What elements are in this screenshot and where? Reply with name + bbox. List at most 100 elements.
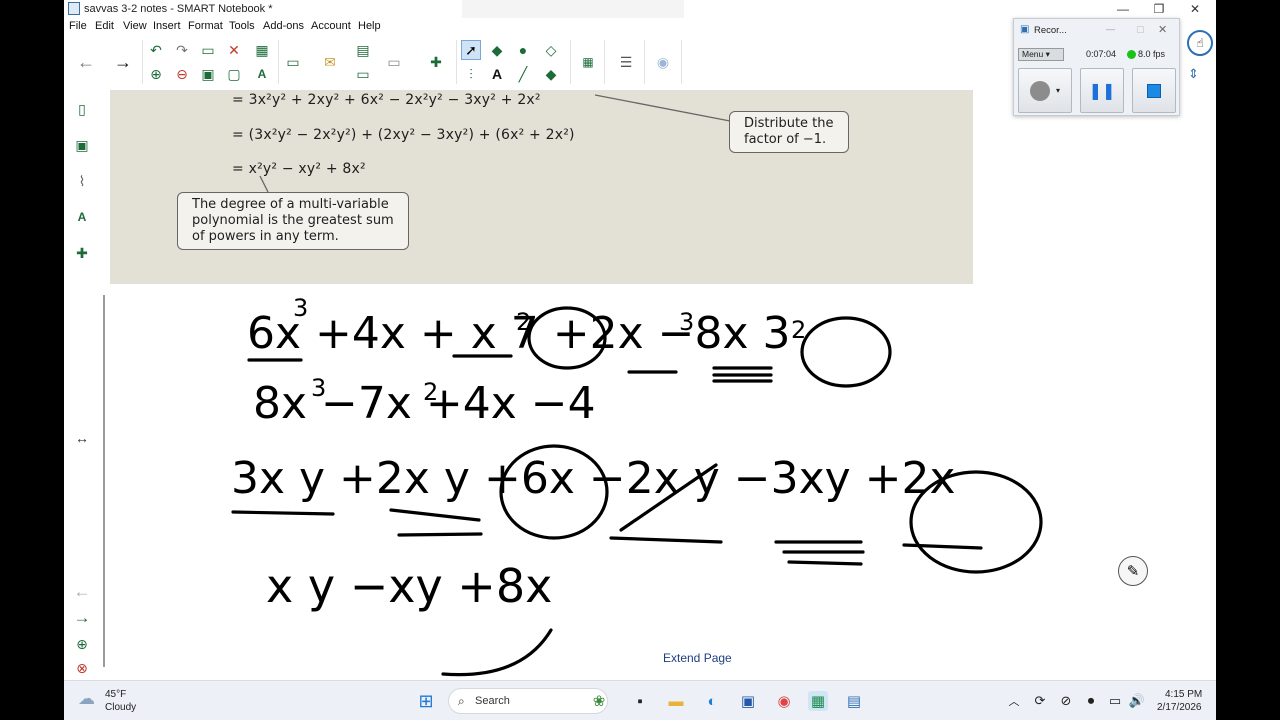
- volume-icon[interactable]: 🔊: [1127, 691, 1147, 711]
- ink-row2-answer: x y −xy +8x: [266, 559, 552, 613]
- collapse-sidebar-icon[interactable]: ↔: [72, 428, 92, 448]
- page-sorter-icon[interactable]: ▯: [72, 99, 92, 119]
- pen-tool-button[interactable]: ✎: [1118, 556, 1148, 586]
- text-tools-icon[interactable]: A: [252, 64, 272, 84]
- record-button[interactable]: ▾: [1018, 68, 1072, 113]
- add-page-icon[interactable]: ⊕: [146, 64, 166, 84]
- chrome-browser-icon[interactable]: ◉: [774, 691, 794, 711]
- microphone-icon[interactable]: ⏺: [1081, 691, 1101, 711]
- add-ons-puzzle-icon[interactable]: ✚: [426, 52, 446, 72]
- close-button[interactable]: ✕: [1178, 1, 1212, 17]
- recorder-live-indicator: [1127, 50, 1136, 59]
- screen-shade-icon[interactable]: ▭: [283, 52, 303, 72]
- task-view-icon[interactable]: ▪: [630, 691, 650, 711]
- clock-time[interactable]: 4:15 PM: [1165, 689, 1202, 700]
- pause-button[interactable]: ❚❚: [1080, 68, 1124, 113]
- paint-bucket-icon[interactable]: ◇: [541, 40, 561, 60]
- paste-icon[interactable]: ▢: [224, 64, 244, 84]
- recorder-taskbar-icon[interactable]: ▤: [844, 691, 864, 711]
- next-page-icon[interactable]: →: [72, 608, 92, 628]
- table-icon[interactable]: ▦: [252, 40, 272, 60]
- toolbar-separator: [278, 40, 279, 84]
- fill-icon[interactable]: ●: [513, 40, 533, 60]
- line-style-icon[interactable]: ☰: [616, 52, 636, 72]
- save-icon[interactable]: ▣: [198, 64, 218, 84]
- display-icon[interactable]: ▭: [1105, 691, 1125, 711]
- shapes-icon[interactable]: ◆: [487, 40, 507, 60]
- effects-icon[interactable]: ◉: [653, 52, 673, 72]
- toolbar-separator: [456, 40, 457, 84]
- microsoft-store-icon[interactable]: ▣: [738, 691, 758, 711]
- colors-icon[interactable]: ▦: [578, 52, 598, 72]
- gallery-icon[interactable]: ▣: [72, 135, 92, 155]
- toolbar-separator: [681, 40, 682, 84]
- properties-icon[interactable]: A: [72, 207, 92, 227]
- network-icon[interactable]: ⊘: [1056, 691, 1076, 711]
- attachments-icon[interactable]: ⌇: [72, 171, 92, 191]
- handwritten-ink-layer: 6x +4x + x 7 +2x −8x 3 3 2 3 2 8x −7x +4…: [231, 294, 1043, 677]
- delete-page-icon[interactable]: ⊗: [72, 658, 92, 678]
- sync-icon[interactable]: ⟳: [1030, 691, 1050, 711]
- extend-page-link[interactable]: Extend Page: [663, 651, 732, 665]
- clock-date[interactable]: 2/17/2026: [1157, 702, 1202, 713]
- recorder-close-button[interactable]: ✕: [1158, 23, 1167, 36]
- video-icon[interactable]: ▭: [353, 64, 373, 84]
- line-icon[interactable]: ╱: [513, 64, 533, 84]
- recorder-minimize-button[interactable]: —: [1106, 24, 1115, 34]
- file-explorer-icon[interactable]: ▬: [666, 691, 686, 711]
- delete-page-icon[interactable]: ⊖: [172, 64, 192, 84]
- document-camera-icon[interactable]: ▤: [353, 40, 373, 60]
- restore-button[interactable]: ❐: [1142, 1, 1176, 17]
- eraser-icon[interactable]: ◆: [541, 64, 561, 84]
- menu-file[interactable]: File: [69, 20, 87, 32]
- add-ons-icon[interactable]: ✚: [72, 243, 92, 263]
- capture-icon[interactable]: ✉: [320, 52, 340, 72]
- menu-format[interactable]: Format: [188, 20, 223, 32]
- previous-page-icon[interactable]: ←: [72, 582, 92, 602]
- recorder-menu-dropdown[interactable]: Menu ▾: [1018, 48, 1064, 61]
- taskbar-search-box[interactable]: ⌕ Search: [448, 688, 608, 714]
- select-icon[interactable]: ➚: [461, 40, 481, 60]
- recorder-maximize-button[interactable]: ▢: [1136, 24, 1145, 35]
- response-icon[interactable]: ▭: [384, 52, 404, 72]
- notebook-page[interactable]: = 3x²y² + 2xy² + 6x² − 2x²y² − 3xy² + 2x…: [101, 90, 1216, 680]
- redo-icon[interactable]: ↷: [172, 40, 192, 60]
- ink-underline: [441, 628, 553, 677]
- window-title: savvas 3-2 notes - SMART Notebook *: [84, 3, 273, 15]
- menu-tools[interactable]: Tools: [229, 20, 255, 32]
- search-highlight-icon[interactable]: ❀: [589, 691, 609, 711]
- stop-button[interactable]: [1132, 68, 1176, 113]
- recorder-menu-label: Menu: [1022, 49, 1044, 59]
- weather-description[interactable]: Cloudy: [105, 702, 136, 713]
- minimize-button[interactable]: —: [1106, 1, 1140, 17]
- search-placeholder: Search: [475, 695, 510, 707]
- smart-notebook-window: savvas 3-2 notes - SMART Notebook * — ❐ …: [64, 0, 1216, 720]
- menu-help[interactable]: Help: [358, 20, 381, 32]
- new-page-icon[interactable]: ▭: [198, 40, 218, 60]
- smart-notebook-taskbar-icon[interactable]: ▦: [808, 691, 828, 711]
- back-arrow-icon[interactable]: ←: [76, 52, 96, 72]
- add-page-icon[interactable]: ⊕: [72, 634, 92, 654]
- menu-insert[interactable]: Insert: [153, 20, 181, 32]
- hidden-icons-chevron-icon[interactable]: ︿: [1004, 691, 1024, 711]
- start-button-icon[interactable]: ⊞: [416, 691, 436, 711]
- edge-browser-icon[interactable]: ◐: [702, 691, 722, 711]
- weather-temperature[interactable]: 45°F: [105, 689, 126, 700]
- text-icon[interactable]: A: [487, 64, 507, 84]
- measure-icon[interactable]: ⫶: [461, 64, 481, 84]
- recorder-title: Recor...: [1034, 25, 1067, 36]
- menu-view[interactable]: View: [123, 20, 147, 32]
- left-letterbox: [0, 0, 64, 720]
- menu-edit[interactable]: Edit: [95, 20, 114, 32]
- menu-add-ons[interactable]: Add-ons: [263, 20, 304, 32]
- smart-notebook-app-icon: [68, 2, 80, 15]
- delete-icon[interactable]: ✕: [224, 40, 244, 60]
- undo-icon[interactable]: ↶: [146, 40, 166, 60]
- scroll-arrows-icon[interactable]: ⇕: [1188, 66, 1199, 82]
- record-options-chevron-icon: ▾: [1055, 86, 1060, 95]
- forward-arrow-icon[interactable]: →: [113, 52, 133, 72]
- recorder-fps: 8.0 fps: [1138, 49, 1166, 59]
- menu-account[interactable]: Account: [311, 20, 351, 32]
- weather-cloud-icon[interactable]: ☁: [78, 689, 95, 709]
- ink-underline: [712, 366, 773, 383]
